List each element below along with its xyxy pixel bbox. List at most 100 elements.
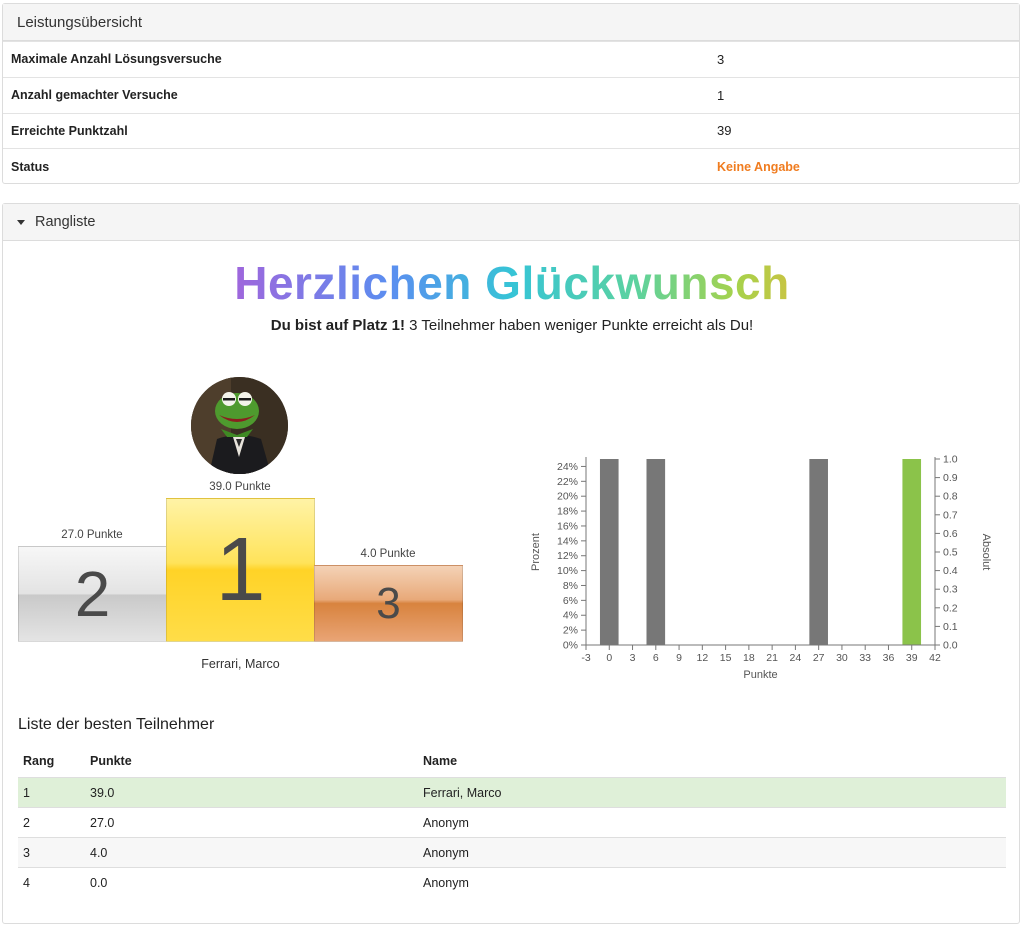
podium-third: 3	[314, 565, 463, 642]
table-header: Rang Punkte Name	[18, 745, 1006, 777]
x-tick-label: -3	[581, 652, 590, 664]
row-label: Maximale Anzahl Lösungsversuche	[11, 52, 222, 67]
y2-tick-label: 0.8	[943, 491, 958, 503]
cell-name: Anonym	[423, 815, 469, 830]
row-label: Erreichte Punktzahl	[11, 123, 128, 138]
y2-axis-label: Absolut	[980, 534, 992, 571]
cell-name: Ferrari, Marco	[423, 785, 502, 800]
caret-down-icon	[17, 219, 25, 225]
y-axis-label: Prozent	[530, 533, 542, 571]
y2-tick-label: 0.1	[943, 621, 958, 633]
cell-points: 39.0	[90, 785, 115, 800]
cell-name: Anonym	[423, 875, 469, 890]
y-tick-label: 20%	[557, 491, 578, 503]
cell-points: 0.0	[90, 875, 108, 890]
x-tick-label: 21	[766, 652, 778, 664]
col-header-points: Punkte	[90, 754, 132, 768]
x-tick-label: 27	[813, 652, 825, 664]
cell-rank: 4	[23, 875, 30, 890]
x-axis-label: Punkte	[743, 669, 777, 681]
overview-panel: Leistungsübersicht Maximale Anzahl Lösun…	[2, 3, 1020, 184]
cell-rank: 1	[23, 785, 30, 800]
y-tick-label: 6%	[563, 595, 578, 607]
podium-rank: 3	[376, 578, 401, 628]
x-tick-label: 15	[720, 652, 732, 664]
table-row: 1 39.0 Ferrari, Marco	[18, 777, 1006, 807]
rank-summary-rest: 3 Teilnehmer haben weniger Punkte erreic…	[404, 317, 754, 334]
overview-row-max-attempts: Maximale Anzahl Lösungsversuche 3	[3, 41, 1019, 77]
y-tick-label: 10%	[557, 565, 578, 577]
ranking-panel: Rangliste Herzlichen Glückwunsch Du bist…	[2, 203, 1020, 924]
x-tick-label: 30	[836, 652, 848, 664]
x-tick-label: 24	[790, 652, 802, 664]
x-tick-label: 9	[676, 652, 682, 664]
y-tick-label: 0%	[563, 640, 578, 652]
x-tick-label: 42	[929, 652, 941, 664]
congrats-heading: Herzlichen Glückwunsch	[3, 256, 1021, 310]
y-tick-label: 4%	[563, 610, 578, 622]
histogram-bar	[902, 459, 922, 645]
winner-avatar	[191, 377, 288, 474]
overview-row-points: Erreichte Punktzahl 39	[3, 112, 1019, 149]
podium-rank: 1	[215, 519, 266, 620]
rank-summary: Du bist auf Platz 1! 3 Teilnehmer haben …	[3, 317, 1021, 334]
status-value: Keine Angabe	[717, 159, 800, 174]
cell-points: 4.0	[90, 845, 108, 860]
y2-tick-label: 0.3	[943, 584, 958, 596]
leaderboard-title: Liste der besten Teilnehmer	[18, 716, 215, 733]
col-header-rank: Rang	[23, 754, 55, 768]
histogram-bar	[646, 459, 666, 645]
overview-title: Leistungsübersicht	[3, 4, 1019, 41]
y2-tick-label: 0.2	[943, 602, 958, 614]
overview-row-status: Status Keine Angabe	[3, 148, 1019, 184]
row-label: Anzahl gemachter Versuche	[11, 88, 178, 103]
y-tick-label: 18%	[557, 506, 578, 518]
podium-second: 2	[18, 546, 167, 642]
x-tick-label: 3	[630, 652, 636, 664]
row-value: 39	[717, 123, 732, 139]
y-tick-label: 8%	[563, 580, 578, 592]
first-place-points: 39.0 Punkte	[209, 481, 271, 493]
y2-tick-label: 1.0	[943, 454, 958, 466]
cell-name: Anonym	[423, 845, 469, 860]
ranking-toggle[interactable]: Rangliste	[3, 204, 1019, 241]
x-tick-label: 6	[653, 652, 659, 664]
y2-tick-label: 0.0	[943, 640, 958, 652]
cell-rank: 3	[23, 845, 30, 860]
points-histogram: -3 0 3 6 9 12 15 18 21 24 27 30 33 36 39 420%2%4%6%8%10…	[530, 454, 992, 682]
row-label: Status	[11, 159, 50, 174]
y2-tick-label: 0.6	[943, 528, 958, 540]
x-tick-label: 0	[606, 652, 612, 664]
cell-points: 27.0	[90, 815, 115, 830]
y-tick-label: 22%	[557, 476, 578, 488]
rank-summary-bold: Du bist auf Platz 1!	[270, 317, 405, 334]
table-row: 4 0.0 Anonym	[18, 867, 1006, 897]
x-tick-label: 36	[883, 652, 895, 664]
overview-row-attempts-made: Anzahl gemachter Versuche 1	[3, 76, 1019, 113]
y2-tick-label: 0.7	[943, 509, 958, 521]
table-row: 2 27.0 Anonym	[18, 807, 1006, 837]
y-tick-label: 2%	[563, 625, 578, 637]
histogram-bar	[599, 459, 619, 645]
y2-tick-label: 0.4	[943, 565, 958, 577]
y-tick-label: 24%	[557, 461, 578, 473]
podium-rank: 2	[74, 558, 111, 630]
winner-name: Ferrari, Marco	[201, 657, 280, 671]
y2-tick-label: 0.5	[943, 547, 958, 559]
x-tick-label: 39	[906, 652, 918, 664]
y2-tick-label: 0.9	[943, 472, 958, 484]
leaderboard-table: Rang Punkte Name 1 39.0 Ferrari, Marco 2…	[18, 745, 1006, 897]
row-value: 3	[717, 51, 725, 67]
podium-first: 1	[166, 498, 315, 642]
col-header-name: Name	[423, 754, 458, 768]
row-value: 1	[717, 87, 725, 103]
third-place-points: 4.0 Punkte	[360, 548, 416, 560]
table-row: 3 4.0 Anonym	[18, 837, 1006, 867]
ranking-title: Rangliste	[35, 214, 96, 230]
x-tick-label: 12	[696, 652, 708, 664]
x-tick-label: 33	[859, 652, 871, 664]
histogram-bar	[809, 459, 828, 645]
second-place-points: 27.0 Punkte	[61, 529, 123, 541]
y-tick-label: 12%	[557, 550, 578, 562]
y-tick-label: 16%	[557, 520, 578, 532]
